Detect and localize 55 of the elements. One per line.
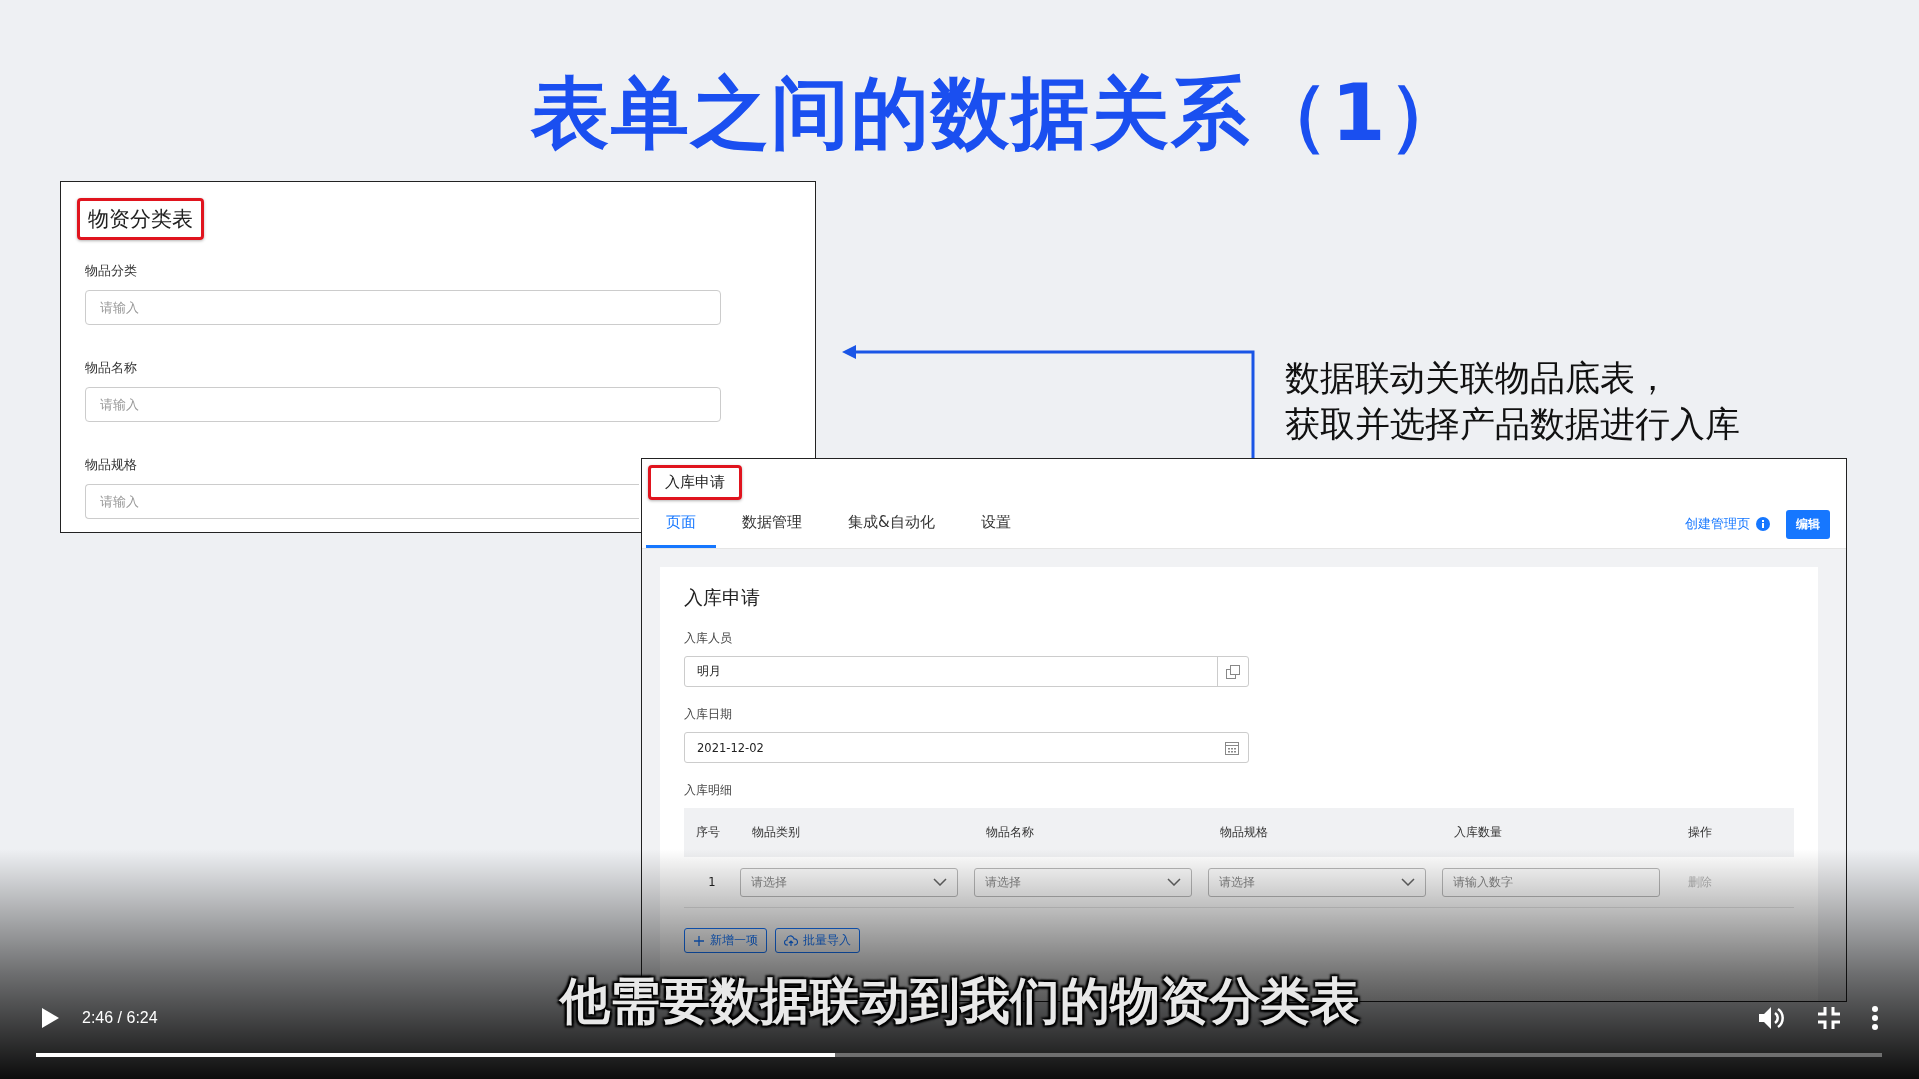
picker-field[interactable]: 明月 bbox=[684, 656, 1249, 687]
select-field[interactable]: 请选择 bbox=[740, 867, 958, 897]
column-header: 操作 bbox=[1687, 825, 1713, 840]
number-field[interactable]: 请输入数字 bbox=[1442, 867, 1660, 897]
tab[interactable]: 数据管理 bbox=[722, 500, 822, 548]
calendar-icon bbox=[1224, 739, 1240, 756]
chevron-icon bbox=[933, 878, 947, 886]
select-field[interactable]: 请选择 bbox=[974, 867, 1192, 897]
more-icon bbox=[1871, 1006, 1879, 1030]
copy-icon bbox=[1225, 663, 1241, 680]
field-label: 物品规格 bbox=[85, 456, 138, 474]
input-field[interactable]: 请输入 bbox=[85, 290, 721, 325]
field-label: 物品分类 bbox=[85, 262, 138, 280]
annotation-text: 数据联动关联物品底表， bbox=[1285, 357, 1671, 400]
import-button[interactable]: 批量导入 bbox=[775, 928, 860, 953]
field-label: 入库人员 bbox=[684, 631, 733, 646]
input-field[interactable]: 请输入 bbox=[85, 387, 721, 422]
create-page-link[interactable]: 创建管理页 bbox=[1685, 515, 1750, 533]
speaker-icon bbox=[1757, 1005, 1787, 1031]
progress-bar[interactable] bbox=[36, 1053, 1882, 1057]
plus-icon bbox=[693, 934, 705, 947]
column-header: 物品类别 bbox=[751, 825, 801, 840]
chevron-icon bbox=[1401, 878, 1415, 886]
placeholder-text: 请选择 bbox=[751, 874, 787, 890]
info-icon bbox=[1756, 517, 1770, 531]
annotation-text: 获取并选择产品数据进行入库 bbox=[1285, 403, 1740, 446]
tab[interactable]: 设置 bbox=[960, 500, 1031, 548]
column-header: 入库数量 bbox=[1453, 825, 1503, 840]
app-title: 入库申请 bbox=[648, 465, 742, 500]
cloud-upload-icon bbox=[784, 934, 798, 947]
exit-fullscreen-icon bbox=[1817, 1006, 1841, 1030]
time-display: 2:46 / 6:24 bbox=[82, 1009, 158, 1027]
form-heading: 入库申请 bbox=[684, 585, 761, 610]
select-field[interactable]: 请选择 bbox=[1208, 867, 1426, 897]
column-header: 物品名称 bbox=[985, 825, 1035, 840]
chevron-icon bbox=[1167, 878, 1181, 886]
placeholder-text: 请选择 bbox=[985, 874, 1021, 890]
tab[interactable]: 集成&自动化 bbox=[828, 500, 955, 548]
field-label: 物品名称 bbox=[85, 359, 138, 377]
placeholder-text: 请选择 bbox=[1219, 874, 1255, 890]
column-header: 物品规格 bbox=[1219, 825, 1269, 840]
date-field[interactable]: 2021-12-02 bbox=[684, 732, 1249, 763]
add-item-button[interactable]: 新增一项 bbox=[684, 928, 767, 953]
column-header: 序号 bbox=[695, 825, 721, 840]
row-number: 1 bbox=[707, 875, 717, 889]
field-value: 明月 bbox=[696, 664, 722, 679]
form-title: 物资分类表 bbox=[77, 198, 204, 240]
subtitle-text: 他需要数据联动到我们的物资分类表 bbox=[559, 971, 1360, 1032]
play-icon bbox=[40, 1007, 60, 1029]
table-label: 入库明细 bbox=[684, 783, 733, 798]
field-value: 2021-12-02 bbox=[696, 740, 765, 755]
field-label: 入库日期 bbox=[684, 707, 733, 722]
edit-button[interactable]: 编辑 bbox=[1786, 509, 1830, 539]
input-field[interactable]: 请输入 bbox=[85, 484, 639, 519]
slide-title: 表单之间的数据关系（1） bbox=[529, 67, 1469, 160]
